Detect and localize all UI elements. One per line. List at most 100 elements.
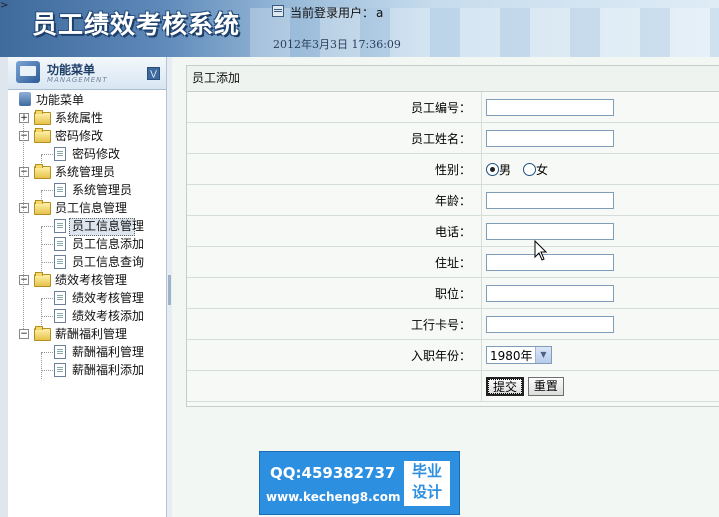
tree-group-admin[interactable]: − 系统管理员 <box>8 163 166 181</box>
root-menu-icon <box>19 92 31 106</box>
tree-group-performance[interactable]: − 绩效考核管理 <box>8 271 166 289</box>
gender-female-label: 女 <box>536 162 549 177</box>
join-year-select[interactable]: 1980年 ▼ <box>486 346 552 364</box>
emp-name-input[interactable] <box>486 129 614 147</box>
tree-item-label-selected: 员工信息管理 <box>69 218 144 236</box>
tree-item-password-change[interactable]: 密码修改 <box>8 145 166 163</box>
form-row-gender: 性别： 男 女 <box>187 153 719 185</box>
tree-item-admin[interactable]: 系统管理员 <box>8 181 166 199</box>
form-title: 员工添加 <box>187 66 719 92</box>
employee-add-form: 员工添加 员工编号： 员工姓名： 性别： 男女 年龄： 电话： 住址： 职位： … <box>186 65 719 407</box>
form-row-join-year: 入职年份： 1980年 ▼ <box>187 339 719 371</box>
tree-item-label: 薪酬福利添加 <box>72 363 145 377</box>
tree-item-label: 绩效考核管理 <box>72 291 145 305</box>
expand-plus-icon[interactable]: + <box>19 113 29 123</box>
document-icon <box>54 183 66 197</box>
tree-item-performance-manage[interactable]: 绩效考核管理 <box>8 289 166 307</box>
age-label: 年龄： <box>187 184 482 216</box>
tree-group-label: 员工信息管理 <box>55 201 128 215</box>
tree-connector <box>41 226 53 227</box>
tree-connector <box>41 298 53 299</box>
tree-connector-vertical <box>41 155 42 163</box>
tree-connector-vertical <box>41 353 42 379</box>
menu-tree: 功能菜单 + 系统属性 − 密码修改 密码修改 − 系统管理员 系统管理员 − … <box>8 91 166 379</box>
tree-root-label: 功能菜单 <box>36 93 85 107</box>
tree-group-label: 绩效考核管理 <box>55 273 128 287</box>
tree-item-label: 员工信息添加 <box>72 237 145 251</box>
watermark-url: www.kecheng8.com <box>266 490 401 504</box>
form-row-emp-no: 员工编号： <box>187 92 719 123</box>
folder-open-icon <box>34 326 51 341</box>
gender-label: 性别： <box>187 153 482 185</box>
address-input[interactable] <box>486 253 614 271</box>
collapse-minus-icon[interactable]: − <box>19 329 29 339</box>
watermark-badge-line1: 毕业 <box>411 462 442 480</box>
sidebar: 功能菜单 MANAGEMENT ⋁ 功能菜单 + 系统属性 − 密码修改 密码修… <box>8 57 171 517</box>
sidebar-subtitle: MANAGEMENT <box>47 76 108 84</box>
tree-connector <box>41 316 53 317</box>
tree-connector <box>41 262 53 263</box>
left-edge-arrow-icon: > <box>0 0 9 11</box>
dropdown-arrow-icon[interactable]: ▼ <box>535 347 551 363</box>
gender-male-radio[interactable] <box>486 162 499 176</box>
tree-group-label: 密码修改 <box>55 129 104 143</box>
tree-item-label: 绩效考核添加 <box>72 309 145 323</box>
gender-female-radio[interactable] <box>523 162 537 176</box>
emp-no-input[interactable] <box>486 98 614 116</box>
tree-item-employee-query[interactable]: 员工信息查询 <box>8 253 166 271</box>
form-row-emp-name: 员工姓名： <box>187 122 719 154</box>
watermark-badge: 毕业 设计 <box>404 461 450 506</box>
app-header: > 员工绩效考核系统 当前登录用户： a 2012年3月3日 17:36:09 <box>0 0 719 57</box>
document-icon <box>54 345 66 359</box>
tree-item-employee-add[interactable]: 员工信息添加 <box>8 235 166 253</box>
document-icon <box>54 363 66 377</box>
sidebar-header: 功能菜单 MANAGEMENT ⋁ <box>8 57 166 90</box>
tree-connector <box>41 244 53 245</box>
bank-card-input[interactable] <box>486 315 614 333</box>
emp-no-label: 员工编号： <box>187 92 482 123</box>
form-row-bank-card: 工行卡号： <box>187 308 719 340</box>
tree-group-system-properties[interactable]: + 系统属性 <box>8 109 166 127</box>
document-icon <box>54 147 66 161</box>
position-input[interactable] <box>486 284 614 302</box>
reset-button[interactable]: 重置 <box>527 376 564 396</box>
collapse-minus-icon[interactable]: − <box>19 131 29 141</box>
tree-group-salary[interactable]: − 薪酬福利管理 <box>8 325 166 343</box>
age-input[interactable] <box>486 191 614 209</box>
tree-item-performance-add[interactable]: 绩效考核添加 <box>8 307 166 325</box>
left-frame-strip <box>0 57 8 517</box>
document-icon <box>54 255 66 269</box>
collapse-minus-icon[interactable]: − <box>19 167 29 177</box>
join-year-value: 1980年 <box>490 349 533 363</box>
address-label: 住址： <box>187 246 482 278</box>
tree-root[interactable]: 功能菜单 <box>8 91 166 109</box>
mouse-pointer-icon <box>534 240 548 261</box>
watermark-qq: QQ:459382737 <box>270 464 396 482</box>
app-title: 员工绩效考核系统 <box>32 10 241 39</box>
gender-male-label: 男 <box>499 162 512 177</box>
tree-group-label: 薪酬福利管理 <box>55 327 128 341</box>
tree-group-employee-info[interactable]: − 员工信息管理 <box>8 199 166 217</box>
phone-input[interactable] <box>486 222 614 240</box>
tree-item-employee-manage[interactable]: 员工信息管理 <box>8 217 166 236</box>
tree-group-password[interactable]: − 密码修改 <box>8 127 166 145</box>
folder-open-icon <box>34 272 51 287</box>
collapse-chevron-icon[interactable]: ⋁ <box>147 67 160 80</box>
current-datetime: 2012年3月3日 17:36:09 <box>273 38 401 51</box>
tree-item-salary-add[interactable]: 薪酬福利添加 <box>8 361 166 379</box>
tree-connector-vertical <box>41 227 42 271</box>
tree-connector-vertical <box>23 113 24 329</box>
tree-group-label: 系统属性 <box>55 111 104 125</box>
folder-open-icon <box>34 200 51 215</box>
tree-item-salary-manage[interactable]: 薪酬福利管理 <box>8 343 166 361</box>
tree-connector <box>41 190 53 191</box>
current-user-info: 当前登录用户： a <box>290 4 383 21</box>
folder-open-icon <box>34 164 51 179</box>
join-year-label: 入职年份： <box>187 339 482 371</box>
submit-button[interactable]: 提交 <box>486 376 525 396</box>
splitter-grip[interactable] <box>168 275 171 305</box>
form-row-actions: 提交 重置 <box>187 370 719 402</box>
collapse-minus-icon[interactable]: − <box>19 203 29 213</box>
collapse-minus-icon[interactable]: − <box>19 275 29 285</box>
form-row-age: 年龄： <box>187 184 719 216</box>
